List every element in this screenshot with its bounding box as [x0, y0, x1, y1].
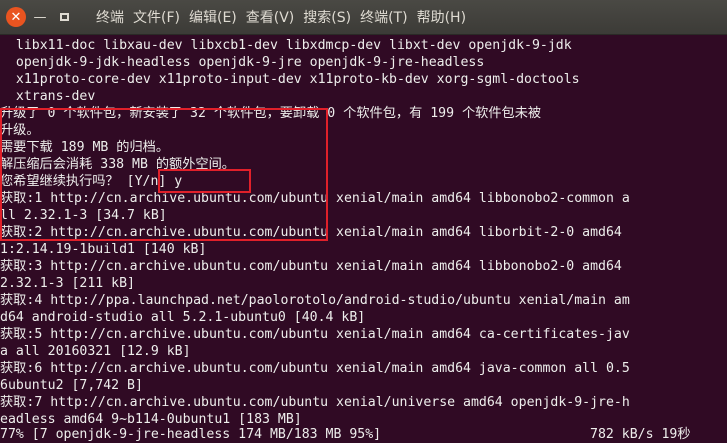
terminal-line: libx11-doc libxau-dev libxcb1-dev libxdm…	[0, 38, 572, 53]
window-titlebar: ✕ — 终端 文件(F) 编辑(E) 查看(V) 搜索(S) 终端(T) 帮助(…	[0, 0, 727, 35]
terminal-line: 获取:3 http://cn.archive.ubuntu.com/ubuntu…	[0, 259, 622, 274]
terminal-line: 6ubuntu2 [7,742 B]	[0, 378, 143, 393]
terminal-line: 获取:5 http://cn.archive.ubuntu.com/ubuntu…	[0, 327, 630, 342]
terminal-line: 获取:7 http://cn.archive.ubuntu.com/ubuntu…	[0, 395, 630, 410]
terminal-line: 获取:6 http://cn.archive.ubuntu.com/ubuntu…	[0, 361, 630, 376]
terminal-line: 您希望继续执行吗？ [Y/n] y	[0, 174, 183, 189]
terminal-line: 获取:2 http://cn.archive.ubuntu.com/ubuntu…	[0, 225, 622, 240]
menu-search[interactable]: 搜索(S)	[303, 7, 351, 27]
terminal-line: 解压缩后会消耗 338 MB 的额外空间。	[0, 157, 235, 172]
terminal-line: a all 20160321 [12.9 kB]	[0, 344, 191, 359]
terminal-line: x11proto-core-dev x11proto-input-dev x11…	[0, 72, 580, 87]
terminal-line: openjdk-9-jdk-headless openjdk-9-jre ope…	[0, 55, 485, 70]
minimize-icon[interactable]: —	[30, 7, 50, 27]
download-progress-status: 77% [7 openjdk-9-jre-headless 174 MB/183…	[0, 427, 382, 442]
maximize-icon[interactable]	[54, 7, 74, 27]
menu-view[interactable]: 查看(V)	[246, 7, 295, 27]
menu-terminal-title: 终端	[96, 10, 124, 26]
terminal-line: 升级了 0 个软件包，新安装了 32 个软件包，要卸载 0 个软件包，有 199…	[0, 106, 542, 121]
terminal-line: xtrans-dev	[0, 89, 96, 104]
menu-bar: 终端 文件(F) 编辑(E) 查看(V) 搜索(S) 终端(T) 帮助(H)	[96, 7, 475, 27]
terminal-line: 1:2.14.19-1build1 [140 kB]	[0, 242, 207, 257]
terminal-line: ll 2.32.1-3 [34.7 kB]	[0, 208, 167, 223]
menu-help[interactable]: 帮助(H)	[417, 7, 466, 27]
terminal-line: 获取:1 http://cn.archive.ubuntu.com/ubuntu…	[0, 191, 630, 206]
close-icon[interactable]: ✕	[6, 7, 26, 27]
terminal-line: d64 android-studio all 5.2.1-ubuntu0 [40…	[0, 310, 366, 325]
menu-terminal[interactable]: 终端(T)	[360, 7, 407, 27]
terminal-output[interactable]: libx11-doc libxau-dev libxcb1-dev libxdm…	[0, 35, 727, 443]
terminal-line: 需要下载 189 MB 的归档。	[0, 140, 170, 155]
menu-file[interactable]: 文件(F)	[133, 7, 180, 27]
terminal-line: 获取:4 http://ppa.launchpad.net/paolorotol…	[0, 293, 630, 308]
terminal-line: 升级。	[0, 123, 40, 138]
menu-edit[interactable]: 编辑(E)	[189, 7, 237, 27]
terminal-line: 2.32.1-3 [211 kB]	[0, 276, 135, 291]
download-speed-eta: 782 kB/s 19秒	[590, 427, 691, 442]
